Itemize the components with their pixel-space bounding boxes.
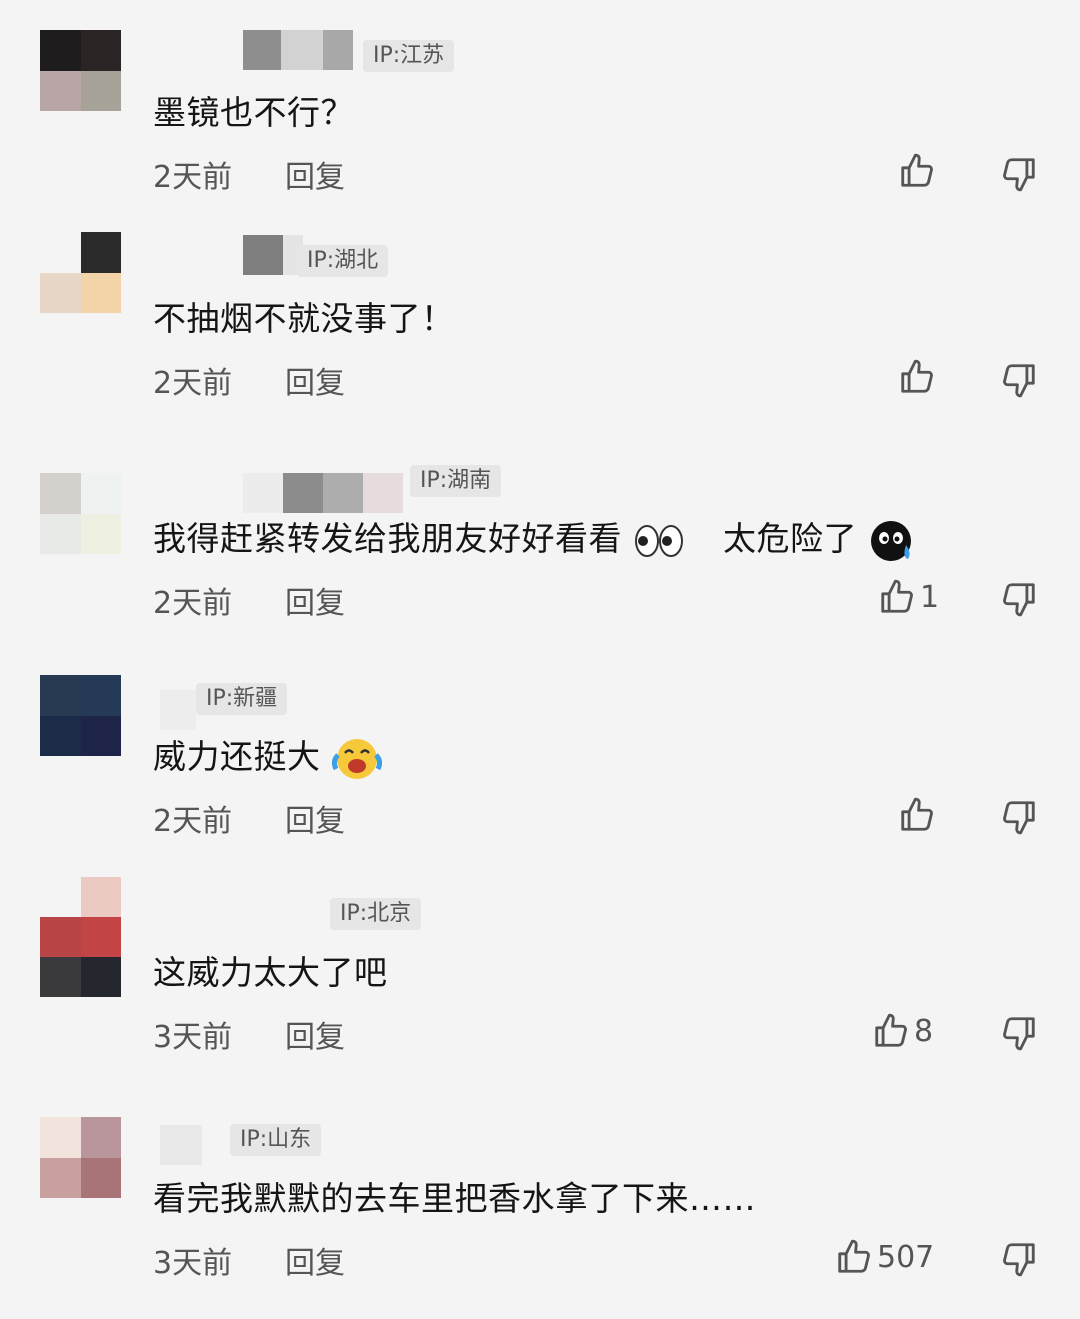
like-button[interactable] [898, 796, 936, 834]
reply-button[interactable]: 回复 [285, 1012, 345, 1056]
comment-text-part1: 威力还挺大 [153, 737, 321, 776]
comment-text: 墨镜也不行？ [153, 93, 354, 132]
like-button[interactable]: 1 [878, 578, 939, 616]
avatar[interactable] [40, 473, 121, 554]
thumbs-up-icon [898, 152, 936, 190]
ip-location-badge: IP:新疆 [196, 683, 288, 715]
comment-time: 2天前 [153, 366, 233, 401]
ip-location-badge: IP:北京 [330, 898, 422, 930]
like-count: 8 [914, 1013, 934, 1049]
username-blurred[interactable] [160, 1125, 202, 1165]
comment-time: 2天前 [153, 160, 233, 195]
thumbs-up-icon [898, 796, 936, 834]
like-count: 1 [920, 579, 940, 615]
comment-time: 3天前 [153, 1246, 233, 1281]
comment-time: 3天前 [153, 1020, 233, 1055]
ip-location-badge: IP:湖北 [297, 245, 389, 277]
laughing-tears-emoji-icon [331, 737, 382, 781]
reply-button[interactable]: 回复 [285, 796, 345, 840]
comment-text: 威力还挺大 [153, 730, 382, 781]
eyes-emoji-icon [633, 523, 685, 559]
ip-location-badge: IP:江苏 [363, 40, 455, 72]
thumbs-down-icon[interactable] [1000, 1240, 1036, 1277]
comment-time: 2天前 [153, 804, 233, 839]
like-button[interactable]: 8 [872, 1012, 933, 1050]
comment-text-part1: 我得赶紧转发给我朋友好好看看 [153, 519, 622, 558]
avatar[interactable] [40, 1117, 121, 1198]
comment-text: 这威力太大了吧 [153, 953, 388, 992]
thumbs-down-icon[interactable] [1000, 798, 1036, 835]
ip-location-badge: IP:山东 [230, 1124, 322, 1156]
avatar[interactable] [40, 232, 121, 313]
thumbs-down-icon[interactable] [1000, 580, 1036, 617]
like-button[interactable]: 507 [835, 1238, 934, 1276]
reply-button[interactable]: 回复 [285, 152, 345, 196]
comment-text-part2: 太危险了 [723, 519, 857, 558]
avatar[interactable] [40, 675, 121, 756]
comment-text: 看完我默默的去车里把香水拿了下来…… [153, 1179, 756, 1218]
comment-text: 不抽烟不就没事了！ [153, 299, 455, 338]
thumbs-down-icon[interactable] [1000, 155, 1036, 192]
like-button[interactable] [898, 358, 936, 396]
username-blurred[interactable] [243, 235, 303, 275]
like-count: 507 [877, 1239, 935, 1275]
thumbs-up-icon [878, 578, 916, 616]
username-blurred[interactable] [160, 690, 196, 730]
like-button[interactable] [898, 152, 936, 190]
thumbs-down-icon[interactable] [1000, 361, 1036, 398]
thumbs-up-icon [835, 1238, 873, 1276]
avatar[interactable] [40, 30, 121, 111]
reply-button[interactable]: 回复 [285, 358, 345, 402]
reply-button[interactable]: 回复 [285, 1238, 345, 1282]
ip-location-badge: IP:湖南 [410, 465, 502, 497]
username-blurred[interactable] [243, 473, 403, 513]
comment-time: 2天前 [153, 586, 233, 621]
avatar[interactable] [40, 877, 121, 997]
username-blurred[interactable] [243, 30, 353, 70]
crying-emoji-icon [868, 519, 916, 563]
comment-text: 我得赶紧转发给我朋友好好看看 太危险了 [153, 512, 916, 563]
thumbs-down-icon[interactable] [1000, 1014, 1036, 1051]
reply-button[interactable]: 回复 [285, 578, 345, 622]
thumbs-up-icon [872, 1012, 910, 1050]
thumbs-up-icon [898, 358, 936, 396]
